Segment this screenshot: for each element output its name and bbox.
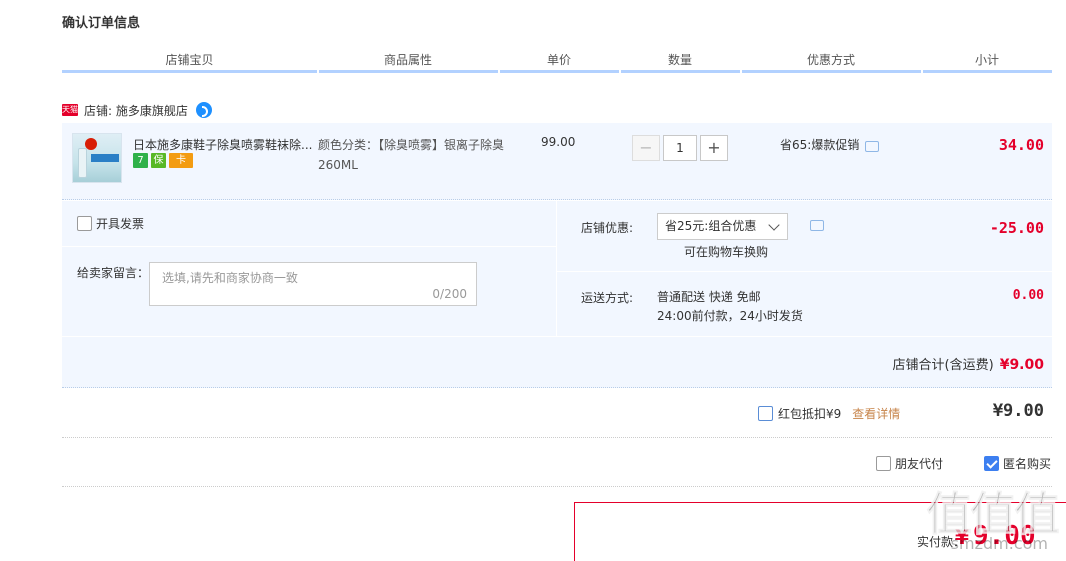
header-sep <box>740 70 742 73</box>
memo-placeholder: 选填,请先和商家协商一致 <box>162 271 298 285</box>
column-header: 店铺宝贝 商品属性 单价 数量 优惠方式 小计 <box>62 51 1052 73</box>
store-name-link[interactable]: 店铺: 施多康旗舰店 <box>84 102 188 119</box>
header-sep <box>498 70 500 73</box>
red-packet-checkbox[interactable] <box>758 406 773 421</box>
message-icon[interactable] <box>810 220 824 231</box>
chevron-down-icon <box>768 219 780 231</box>
shipping-label: 运送方式: <box>581 291 634 305</box>
wangwang-chat-icon[interactable] <box>195 102 212 118</box>
store-coupon-label: 店铺优惠: <box>581 221 634 235</box>
product-title-link[interactable]: 日本施多康鞋子除臭喷雾鞋袜除... <box>133 136 313 153</box>
product-attribute: 颜色分类：【除臭喷雾】银离子除臭260ML <box>318 138 505 172</box>
final-yen-sign: ¥ <box>955 525 969 549</box>
quantity-plus-button[interactable]: + <box>700 135 728 161</box>
memo-label: 给卖家留言： <box>77 266 150 280</box>
divider <box>62 246 556 247</box>
store-coupon-tip: 可在购物车换购 <box>684 245 769 259</box>
promotion: 省65:爆款促销 <box>780 136 880 153</box>
shipping-fee: 0.00 <box>1012 288 1044 303</box>
anonymous-buy-checkbox[interactable] <box>984 456 999 471</box>
store-row: 天猫 店铺: 施多康旗舰店 <box>62 101 212 119</box>
product-bottle-shape <box>78 148 87 178</box>
anonymous-buy-option[interactable]: 匿名购买 <box>984 455 1051 472</box>
header-underline <box>62 70 1052 73</box>
credit-card-icon[interactable]: 卡 <box>169 153 193 168</box>
product-label-shape <box>91 154 119 162</box>
page-title: 确认订单信息 <box>62 16 141 31</box>
invoice-checkbox[interactable] <box>77 216 92 231</box>
order-total: ¥9.00 <box>992 401 1044 421</box>
header-sep <box>921 70 923 73</box>
seven-day-return-icon[interactable]: 7 <box>133 153 148 168</box>
shipping-time: 24:00前付款，24小时发货 <box>657 309 803 323</box>
quantity-stepper: − 1 + <box>632 135 728 161</box>
header-sep <box>317 70 319 73</box>
friend-pay-checkbox[interactable] <box>876 456 891 471</box>
divider <box>556 201 557 336</box>
store-total: 店铺合计(含运费) ¥9.00 <box>893 354 1044 373</box>
anonymous-buy-label: 匿名购买 <box>1003 457 1052 471</box>
quantity-minus-button[interactable]: − <box>632 135 660 161</box>
order-extras: 开具发票 给卖家留言： 选填,请先和商家协商一致 0/200 店铺优惠: 省25… <box>62 201 1052 388</box>
shipping-method: 普通配送 快递 免邮 <box>657 290 761 304</box>
shipping-info: 普通配送 快递 免邮 24:00前付款，24小时发货 <box>657 288 803 326</box>
memo-textarea[interactable]: 选填,请先和商家协商一致 0/200 <box>149 262 477 306</box>
red-packet-detail-link[interactable]: 查看详情 <box>852 405 900 422</box>
red-packet-option[interactable]: 红包抵扣¥9 查看详情 <box>758 405 900 422</box>
payment-options-row: 朋友代付 匿名购买 <box>62 439 1052 487</box>
divider <box>557 271 1052 272</box>
guarantee-icon[interactable]: 保 <box>151 153 166 168</box>
store-coupon-amount: -25.00 <box>989 219 1044 237</box>
promotion-label: 省65:爆款促销 <box>780 138 860 152</box>
store-total-label: 店铺合计(含运费) <box>892 358 994 373</box>
item-subtotal: 34.00 <box>998 136 1044 154</box>
friend-pay-label: 朋友代付 <box>895 457 944 471</box>
store-coupon-select[interactable]: 省25元:组合优惠 <box>657 213 788 240</box>
quantity-input[interactable]: 1 <box>663 135 697 161</box>
invoice-label: 开具发票 <box>96 217 145 231</box>
divider <box>62 336 1052 337</box>
unit-price: 99.00 <box>541 135 576 149</box>
header-sep <box>619 70 621 73</box>
red-packet-row: 红包抵扣¥9 查看详情 ¥9.00 <box>62 389 1052 438</box>
tmall-badge-icon: 天猫 <box>62 104 78 116</box>
product-thumbnail[interactable] <box>72 133 122 183</box>
final-payment-value: 9.00 <box>973 521 1036 551</box>
message-icon[interactable] <box>865 141 880 152</box>
final-payment-box: 实付款： ¥ 9.00 <box>574 502 1066 561</box>
store-coupon-selected: 省25元:组合优惠 <box>665 219 757 233</box>
invoice-option[interactable]: 开具发票 <box>77 215 144 232</box>
memo-counter: 0/200 <box>432 287 467 301</box>
red-packet-label: 红包抵扣¥9 <box>778 407 842 421</box>
order-item-row: 日本施多康鞋子除臭喷雾鞋袜除... 7 保 卡 颜色分类：【除臭喷雾】银离子除臭… <box>62 123 1052 200</box>
store-total-value: ¥9.00 <box>999 357 1044 373</box>
friend-pay-option[interactable]: 朋友代付 <box>876 455 943 472</box>
service-icons: 7 保 卡 <box>133 153 193 168</box>
